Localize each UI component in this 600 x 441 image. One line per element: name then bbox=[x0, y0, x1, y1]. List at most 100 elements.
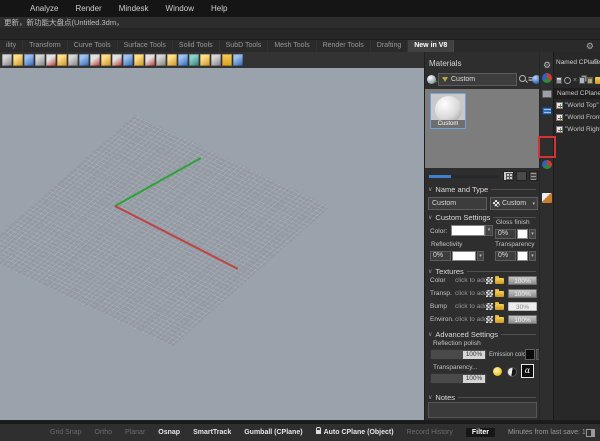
status-auto-cplane[interactable]: Auto CPlane (Object) bbox=[316, 429, 394, 436]
menu-analyze[interactable]: Analyze bbox=[30, 4, 58, 13]
menu-mindesk[interactable]: Mindesk bbox=[119, 4, 149, 13]
status-ortho[interactable]: Ortho bbox=[95, 429, 113, 436]
folder-icon[interactable] bbox=[495, 278, 504, 284]
texture-add-link[interactable]: click to add bbox=[455, 316, 488, 323]
tab-curve-tools[interactable]: Curve Tools bbox=[68, 40, 118, 52]
reflectivity-value[interactable]: 0% bbox=[430, 251, 451, 261]
transparency-dropdown-button[interactable]: ▾ bbox=[529, 251, 536, 261]
tab-surface-tools[interactable]: Surface Tools bbox=[118, 40, 173, 52]
texture-amount-button[interactable]: 100% bbox=[508, 276, 537, 285]
materials-tab-paintbrush-icon[interactable] bbox=[542, 193, 552, 203]
toolbar-icon[interactable] bbox=[112, 54, 122, 66]
toolbar-icon[interactable] bbox=[35, 54, 45, 66]
gloss-dropdown-button[interactable]: ▾ bbox=[529, 229, 536, 239]
texture-amount-button[interactable]: 30% bbox=[508, 302, 537, 311]
toolbar-icon[interactable] bbox=[167, 54, 177, 66]
search-icon[interactable] bbox=[519, 75, 526, 82]
toolbar-icon[interactable] bbox=[156, 54, 166, 66]
toolbar-icon[interactable] bbox=[200, 54, 210, 66]
cplane-row-world-top[interactable]: "World Top" bbox=[554, 99, 600, 111]
alpha-channel-button[interactable]: α bbox=[521, 364, 534, 378]
toolbar-icon[interactable] bbox=[13, 54, 23, 66]
toolbar-icon[interactable] bbox=[90, 54, 100, 66]
toolbar-icon[interactable] bbox=[233, 54, 243, 66]
viewport-perspective[interactable] bbox=[0, 68, 424, 420]
rendering-tab-color-wheel-icon[interactable] bbox=[542, 73, 552, 83]
toolbar-icon[interactable] bbox=[178, 54, 188, 66]
transparency-swatch[interactable] bbox=[517, 251, 528, 261]
toolbar-icon[interactable] bbox=[101, 54, 111, 66]
section-advanced-settings[interactable]: ∨ Advanced Settings bbox=[425, 328, 538, 340]
shaded-sphere-icon[interactable] bbox=[507, 367, 517, 377]
copy-icon[interactable] bbox=[579, 77, 585, 84]
status-grid-snap[interactable]: Grid Snap bbox=[50, 429, 82, 436]
folder-icon[interactable] bbox=[495, 317, 504, 323]
status-osnap[interactable]: Osnap bbox=[158, 429, 180, 436]
texture-add-link[interactable]: click to add bbox=[455, 303, 488, 310]
section-name-and-type[interactable]: ∨ Name and Type bbox=[425, 183, 538, 195]
gear-icon[interactable]: ⚙ bbox=[586, 40, 594, 52]
command-input[interactable] bbox=[0, 29, 600, 40]
gloss-swatch[interactable] bbox=[517, 229, 528, 239]
reflectivity-swatch[interactable] bbox=[452, 251, 476, 261]
notes-textarea[interactable] bbox=[428, 402, 537, 418]
checker-icon[interactable] bbox=[486, 290, 493, 297]
material-type-dropdown[interactable]: Custom ▾ bbox=[490, 197, 538, 210]
materials-list[interactable]: Custom bbox=[425, 89, 540, 168]
tab-solid-tools[interactable]: Solid Tools bbox=[173, 40, 220, 52]
libraries-tab-color-wheel-icon[interactable] bbox=[542, 160, 552, 169]
gloss-finish-value[interactable]: 0% bbox=[495, 229, 516, 239]
transparency-value[interactable]: 0% bbox=[495, 251, 516, 261]
tab-transform[interactable]: Transform bbox=[23, 40, 68, 52]
emission-color-swatch[interactable] bbox=[525, 349, 535, 360]
toolbar-icon[interactable] bbox=[46, 54, 56, 66]
list-view-button[interactable] bbox=[529, 171, 538, 181]
status-filter[interactable]: Filter bbox=[466, 428, 495, 437]
delete-cplane-icon[interactable]: × bbox=[573, 77, 577, 84]
reflection-polish-slider[interactable]: 100% bbox=[430, 349, 487, 360]
toolbar-icon[interactable] bbox=[134, 54, 144, 66]
texture-add-link[interactable]: click to add bbox=[455, 277, 488, 284]
checker-icon[interactable] bbox=[486, 277, 493, 284]
menu-render[interactable]: Render bbox=[75, 4, 101, 13]
restore-cplane-icon[interactable] bbox=[564, 77, 571, 84]
material-name-field[interactable]: Custom bbox=[428, 197, 487, 210]
folder-icon[interactable] bbox=[495, 291, 504, 297]
toolbar-icon[interactable] bbox=[57, 54, 67, 66]
menu-help[interactable]: Help bbox=[211, 4, 227, 13]
lightbulb-icon[interactable] bbox=[493, 367, 502, 376]
thumbnail-size-slider[interactable] bbox=[429, 175, 499, 178]
color-dropdown-button[interactable]: ▾ bbox=[485, 225, 493, 236]
toolbar-icon[interactable] bbox=[79, 54, 89, 66]
folder-icon[interactable] bbox=[495, 304, 504, 310]
cplane-row-world-front[interactable]: "World Front" bbox=[554, 111, 600, 123]
transparency-polish-slider[interactable]: 100% bbox=[430, 373, 487, 384]
reflectivity-dropdown-button[interactable]: ▾ bbox=[477, 251, 484, 261]
import-folder-icon[interactable] bbox=[595, 77, 600, 84]
checker-icon[interactable] bbox=[486, 316, 493, 323]
save-cplane-icon[interactable] bbox=[556, 77, 562, 84]
paste-icon[interactable] bbox=[587, 77, 593, 84]
add-material-icon[interactable]: + bbox=[427, 75, 436, 84]
tab-visibility[interactable]: ility bbox=[0, 40, 23, 52]
toolbar-icon[interactable] bbox=[189, 54, 199, 66]
texture-amount-button[interactable]: 100% bbox=[508, 289, 537, 298]
toolbar-icon[interactable] bbox=[24, 54, 34, 66]
toolbar-icon[interactable] bbox=[2, 54, 12, 66]
layers-tab-icon[interactable] bbox=[542, 107, 552, 115]
tab-mesh-tools[interactable]: Mesh Tools bbox=[268, 40, 316, 52]
color-swatch[interactable] bbox=[451, 225, 485, 236]
menu-window[interactable]: Window bbox=[166, 4, 194, 13]
command-history[interactable]: 更新，新功能大盘点(Untitled.3dm， bbox=[0, 17, 600, 29]
toolbar-icon[interactable] bbox=[68, 54, 78, 66]
material-search-input[interactable]: Custom bbox=[438, 73, 517, 86]
status-smarttrack[interactable]: SmartTrack bbox=[193, 429, 231, 436]
properties-tab-gear-icon[interactable]: ⚙ bbox=[542, 60, 552, 70]
texture-amount-button[interactable]: 100% bbox=[508, 315, 537, 324]
small-grid-view-button[interactable] bbox=[516, 171, 527, 181]
cplane-row-world-right[interactable]: "World Right" bbox=[554, 123, 600, 135]
panel-toggle-icon[interactable] bbox=[586, 429, 595, 437]
checker-icon[interactable] bbox=[486, 303, 493, 310]
gear-icon[interactable]: ⚙ bbox=[593, 58, 599, 66]
tab-render-tools[interactable]: Render Tools bbox=[317, 40, 371, 52]
